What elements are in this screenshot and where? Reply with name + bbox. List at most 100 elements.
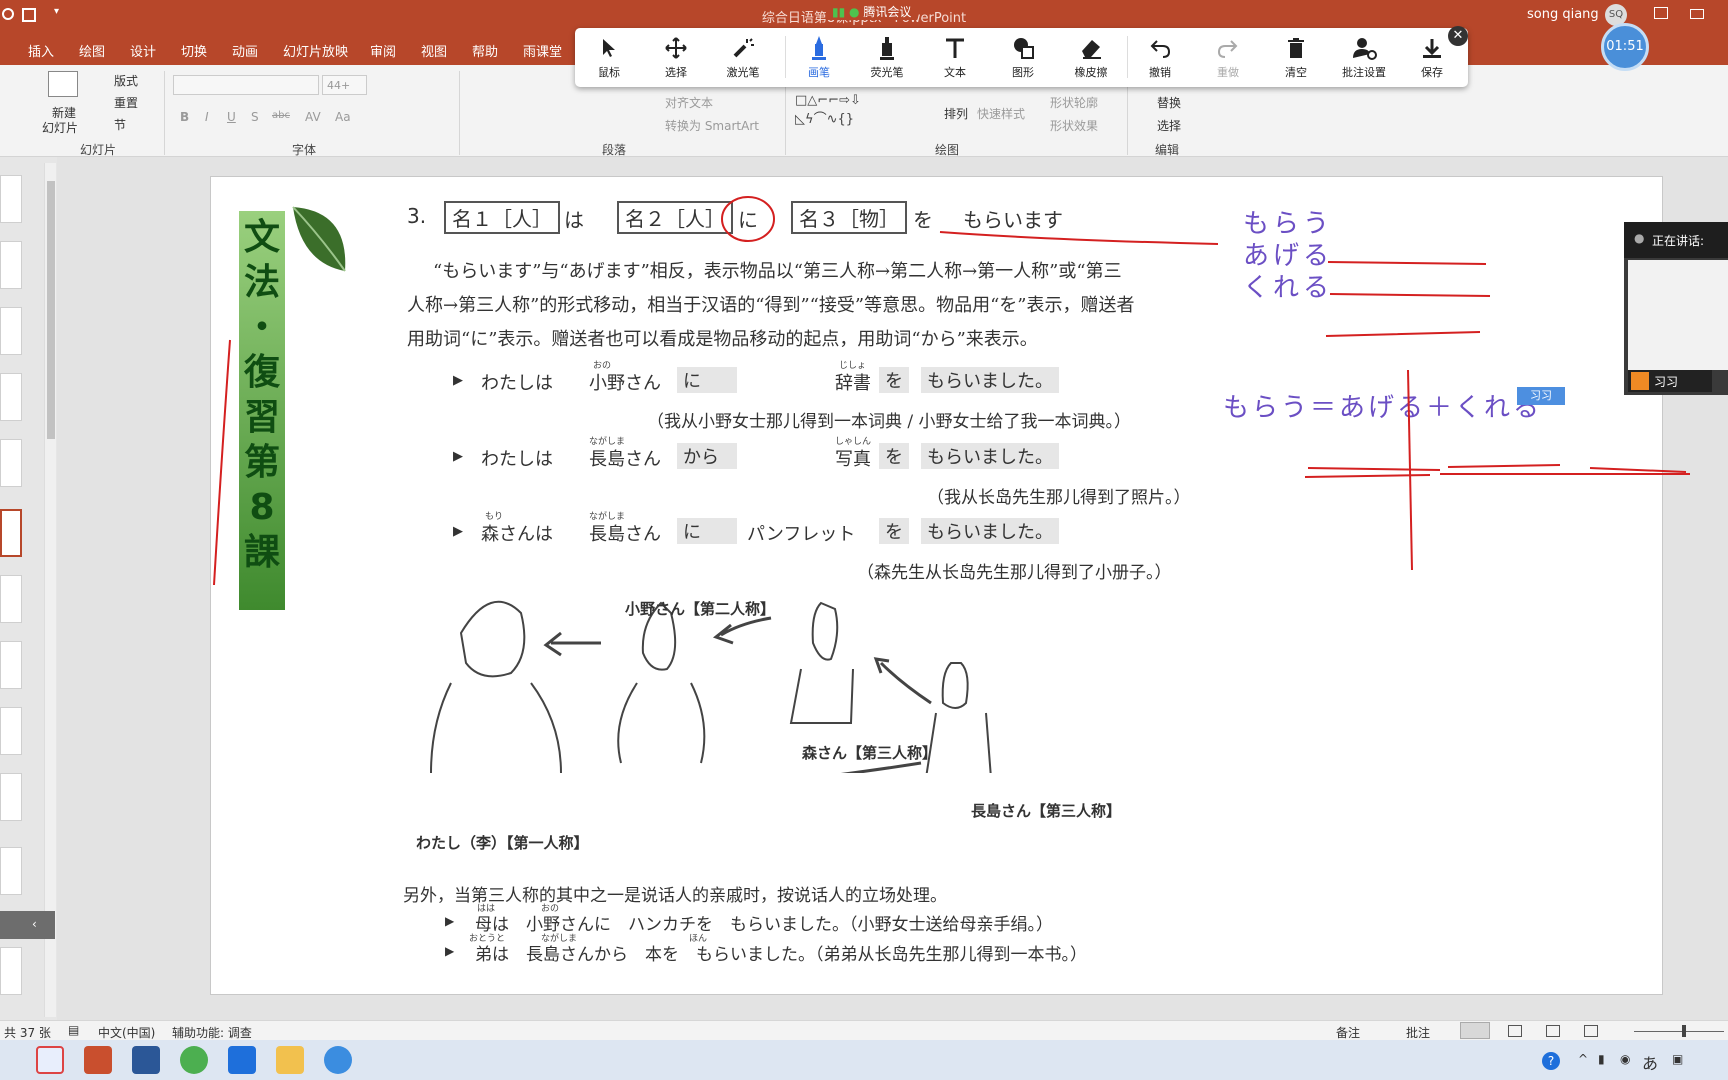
tencent-meeting-icon[interactable] xyxy=(228,1046,256,1074)
snipping-tool-icon[interactable] xyxy=(36,1046,64,1074)
slide-thumbnail[interactable] xyxy=(0,175,22,223)
font-size-box[interactable]: 44+ xyxy=(322,75,367,95)
tool-select[interactable]: 选择 xyxy=(646,34,706,80)
normal-view-icon[interactable] xyxy=(1460,1022,1490,1039)
help-icon[interactable]: ? xyxy=(1542,1052,1560,1070)
italic-button[interactable]: I xyxy=(205,110,209,124)
note-example: 弟は 長島さんから 本を もらいました。（弟弟从长岛先生那儿得到一本书。） xyxy=(475,945,1087,965)
zoom-slider-thumb[interactable] xyxy=(1682,1025,1686,1037)
tray-box-icon[interactable]: ▣ xyxy=(1672,1052,1683,1066)
user-name[interactable]: song qiang xyxy=(1527,7,1599,22)
editing-group-label: 编辑 xyxy=(1155,143,1180,157)
close-icon[interactable]: ✕ xyxy=(1448,26,1468,46)
collapse-pane-button[interactable]: ‹ xyxy=(0,911,55,939)
slideshow-icon[interactable] xyxy=(1584,1025,1598,1037)
tab-review[interactable]: 审阅 xyxy=(370,41,396,60)
replace-button[interactable]: 替换 xyxy=(1157,94,1181,111)
tab-draw[interactable]: 绘图 xyxy=(79,41,105,60)
scrollbar-thumb[interactable] xyxy=(47,181,55,439)
leaf-icon xyxy=(292,206,346,272)
spellcheck-icon[interactable]: ▤ xyxy=(68,1023,79,1037)
browser-icon[interactable] xyxy=(324,1046,352,1074)
zoom-slider[interactable] xyxy=(1634,1031,1724,1032)
tool-clear[interactable]: 清空 xyxy=(1266,34,1326,80)
tray-network-icon[interactable]: ◉ xyxy=(1620,1052,1630,1066)
slide-thumbnail[interactable] xyxy=(0,575,22,623)
tool-shape[interactable]: 图形 xyxy=(993,34,1053,80)
tool-redo[interactable]: 重做 xyxy=(1198,34,1258,80)
present-icon[interactable] xyxy=(1690,9,1704,19)
slide-sorter-icon[interactable] xyxy=(1508,1025,1522,1037)
bold-button[interactable]: B xyxy=(180,110,189,124)
font-name-box[interactable] xyxy=(173,75,319,95)
chrome-icon[interactable] xyxy=(180,1046,208,1074)
tool-pen[interactable]: 画笔 xyxy=(789,34,849,80)
tab-design[interactable]: 设计 xyxy=(130,41,156,60)
layout-button[interactable]: 版式 xyxy=(114,72,138,89)
powerpoint-icon[interactable] xyxy=(84,1046,112,1074)
tab-help[interactable]: 帮助 xyxy=(472,41,498,60)
example-wo: を xyxy=(879,518,909,544)
ime-icon[interactable]: あ xyxy=(1642,1050,1658,1074)
tool-eraser[interactable]: 橡皮擦 xyxy=(1061,34,1121,80)
tool-undo[interactable]: 撤销 xyxy=(1130,34,1190,80)
eraser-icon xyxy=(1082,40,1101,59)
tab-view[interactable]: 视图 xyxy=(421,41,447,60)
tab-insert[interactable]: 插入 xyxy=(28,41,54,60)
remote-cursor-tag: 习习 xyxy=(1517,387,1565,405)
underline-button[interactable]: U xyxy=(227,110,236,124)
slide-thumbnail[interactable] xyxy=(0,707,22,755)
ribbon-display-icon[interactable] xyxy=(1654,7,1668,19)
slide-thumbnail[interactable] xyxy=(0,307,22,355)
tool-laser[interactable]: 激光笔 xyxy=(713,34,773,80)
tab-slideshow[interactable]: 幻灯片放映 xyxy=(283,41,348,60)
slide-thumbnail[interactable] xyxy=(0,947,22,995)
language-indicator[interactable]: 中文(中国) xyxy=(98,1024,155,1041)
tool-highlighter[interactable]: 荧光笔 xyxy=(857,34,917,80)
convert-smartart-button[interactable]: 转换为 SmartArt xyxy=(665,117,759,134)
move-icon xyxy=(665,37,687,59)
slide-thumbnail[interactable] xyxy=(0,439,22,487)
thumbnail-scrollbar[interactable] xyxy=(44,163,56,1017)
slide-count: 共 37 张 xyxy=(4,1026,51,1040)
slide-thumbnail[interactable] xyxy=(0,773,22,821)
shape-effects-button[interactable]: 形状效果 xyxy=(1050,117,1098,134)
new-slide-button-2[interactable]: 幻灯片 xyxy=(42,119,78,136)
section-button[interactable]: 节 xyxy=(114,116,126,133)
slide-thumbnail[interactable] xyxy=(0,373,22,421)
slide-thumbnail-current[interactable] xyxy=(0,509,22,557)
change-case-button[interactable]: Aa xyxy=(335,110,351,124)
select-button[interactable]: 选择 xyxy=(1157,117,1181,134)
tool-mouse[interactable]: 鼠标 xyxy=(579,34,639,80)
shadow-button[interactable]: S xyxy=(251,110,259,124)
tab-yuketang[interactable]: 雨课堂 xyxy=(523,41,562,60)
arrange-button[interactable]: 排列 xyxy=(944,105,968,122)
shape-outline-button[interactable]: 形状轮廓 xyxy=(1050,94,1098,111)
slide-thumbnail[interactable] xyxy=(0,847,22,895)
example-particle: に xyxy=(677,518,737,544)
tray-mic-icon[interactable]: ▮ xyxy=(1598,1052,1605,1066)
tool-text[interactable]: 文本 xyxy=(925,34,985,80)
tab-transitions[interactable]: 切换 xyxy=(181,41,207,60)
char-spacing-button[interactable]: AV xyxy=(305,110,321,124)
strikethrough-button[interactable]: abc xyxy=(272,110,290,121)
tray-chevron-icon[interactable]: ^ xyxy=(1578,1052,1588,1066)
shapes-gallery[interactable]: □△⌐⌐⇨⇩ ◺ϟ⌒∿{} xyxy=(795,91,925,131)
accessibility-indicator[interactable]: 辅助功能: 调查 xyxy=(172,1024,252,1041)
word-icon[interactable] xyxy=(132,1046,160,1074)
align-text-button[interactable]: 对齐文本 xyxy=(665,94,713,111)
slide-thumbnail[interactable] xyxy=(0,641,22,689)
meeting-video-panel[interactable]: ● 正在讲话: 习习 xyxy=(1624,222,1728,395)
reset-button[interactable]: 重置 xyxy=(114,94,138,111)
reading-view-icon[interactable] xyxy=(1546,1025,1560,1037)
handwriting-equation: もらう＝あげる＋くれる xyxy=(1223,393,1543,423)
comments-button[interactable]: 批注 xyxy=(1406,1024,1430,1041)
new-slide-icon[interactable] xyxy=(48,71,78,97)
quick-styles-button[interactable]: 快速样式 xyxy=(977,105,1025,122)
notes-button[interactable]: 备注 xyxy=(1336,1024,1360,1041)
slide-thumbnail[interactable] xyxy=(0,241,22,289)
tool-annotate-settings[interactable]: 批注设置 xyxy=(1334,34,1394,80)
slide-canvas[interactable]: 文 法 ・ 復 習 第 8 課 3. 名１［人］ は 名２［人］ に 名３［物］… xyxy=(210,176,1663,995)
tab-animations[interactable]: 动画 xyxy=(232,41,258,60)
media-player-icon[interactable] xyxy=(276,1046,304,1074)
